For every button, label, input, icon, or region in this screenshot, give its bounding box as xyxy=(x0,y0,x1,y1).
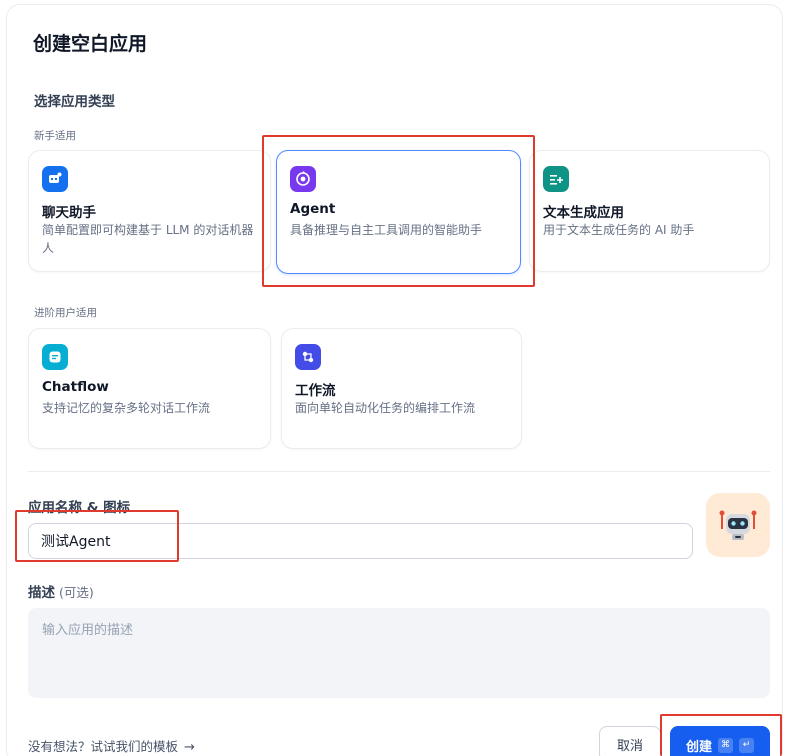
app-type-card-workflow[interactable]: 工作流 面向单轮自动化任务的编排工作流 xyxy=(281,328,522,449)
workflow-icon xyxy=(295,344,321,370)
card-description: 面向单轮自动化任务的编排工作流 xyxy=(295,401,476,415)
agent-icon xyxy=(290,166,316,192)
card-description: 简单配置即可构建基于 LLM 的对话机器人 xyxy=(42,223,254,255)
card-title: Agent xyxy=(290,201,336,217)
app-type-card-text-generator[interactable]: 文本生成应用 用于文本生成任务的 AI 助手 xyxy=(529,150,770,272)
command-key-icon: ⌘ xyxy=(718,737,733,753)
app-name-input[interactable] xyxy=(28,523,693,559)
optional-hint: (可选) xyxy=(59,585,94,600)
app-icon-picker[interactable] xyxy=(706,493,770,557)
card-title: Chatflow xyxy=(42,379,109,395)
advanced-group-label: 进阶用户适用 xyxy=(34,307,97,319)
create-app-dialog: 创建空白应用 选择应用类型 新手适用 聊天助手 简单配置即可构建基于 LLM 的… xyxy=(6,4,783,756)
arrow-right-icon: → xyxy=(184,740,195,755)
card-description: 具备推理与自主工具调用的智能助手 xyxy=(290,223,483,237)
template-link[interactable]: 没有想法？试试我们的模板 → xyxy=(28,736,195,755)
app-type-section-label: 选择应用类型 xyxy=(34,94,115,110)
create-button-label: 创建 xyxy=(685,739,712,755)
card-title: 文本生成应用 xyxy=(543,205,624,221)
description-label: 描述 (可选) xyxy=(28,581,94,601)
chatflow-icon xyxy=(42,344,68,370)
enter-key-icon: ↵ xyxy=(739,737,754,753)
card-description: 支持记忆的复杂多轮对话工作流 xyxy=(42,401,211,415)
app-name-label: 应用名称 & 图标 xyxy=(28,500,131,516)
text-generation-icon xyxy=(543,166,569,192)
robot-emoji-icon xyxy=(719,510,757,540)
cancel-button[interactable]: 取消 xyxy=(599,726,661,756)
chat-bubble-icon xyxy=(42,166,68,192)
description-label-text: 描述 xyxy=(28,585,55,601)
template-link-text: 没有想法？试试我们的模板 xyxy=(28,739,179,754)
app-type-card-chatbot[interactable]: 聊天助手 简单配置即可构建基于 LLM 的对话机器人 xyxy=(28,150,271,272)
card-title: 聊天助手 xyxy=(42,205,96,221)
card-description: 用于文本生成任务的 AI 助手 xyxy=(543,223,695,237)
create-button[interactable]: 创建 ⌘ ↵ xyxy=(670,726,770,756)
app-type-card-chatflow[interactable]: Chatflow 支持记忆的复杂多轮对话工作流 xyxy=(28,328,271,449)
card-title: 工作流 xyxy=(295,383,336,399)
dialog-title: 创建空白应用 xyxy=(33,33,148,55)
app-type-card-agent[interactable]: Agent 具备推理与自主工具调用的智能助手 xyxy=(276,150,521,274)
description-textarea[interactable] xyxy=(28,608,770,698)
beginner-group-label: 新手适用 xyxy=(34,130,76,142)
section-divider xyxy=(28,471,770,472)
